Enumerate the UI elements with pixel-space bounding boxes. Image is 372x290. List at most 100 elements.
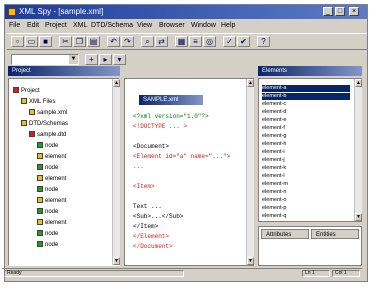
grid-view-icon[interactable]: ▦: [175, 36, 188, 47]
insert-element-icon[interactable]: +: [85, 54, 98, 65]
tree-item[interactable]: element: [37, 153, 66, 161]
node-icon: [37, 230, 43, 237]
node-icon: [37, 208, 43, 215]
scroll-down-icon[interactable]: ▼: [247, 257, 254, 265]
maximize-button[interactable]: □: [335, 7, 345, 16]
find-icon[interactable]: ⌕: [141, 36, 154, 47]
validate-icon[interactable]: ✓: [223, 36, 236, 47]
elements-scrollbar[interactable]: ▲ ▼: [354, 79, 362, 221]
element-list-item[interactable]: element-k: [262, 165, 286, 172]
element-list-item[interactable]: element-a: [262, 85, 350, 92]
tree-item[interactable]: node: [37, 230, 58, 238]
tree-item[interactable]: sample.dtd: [29, 131, 66, 139]
element-list-item[interactable]: element-l: [262, 173, 285, 180]
help-icon[interactable]: ?: [257, 36, 270, 47]
tree-item[interactable]: element: [37, 175, 66, 183]
element-list-item[interactable]: element-p: [262, 205, 286, 212]
menu-project[interactable]: Project: [45, 21, 67, 31]
menu-edit[interactable]: Edit: [27, 21, 39, 31]
tree-item[interactable]: node: [37, 164, 58, 172]
replace-icon[interactable]: ⇄: [155, 36, 168, 47]
close-button[interactable]: ×: [349, 7, 359, 16]
scroll-down-icon[interactable]: ▼: [113, 257, 120, 265]
tree-item[interactable]: DTD/Schemas: [21, 120, 68, 128]
code-line[interactable]: <?xml version="1.0"?>: [133, 113, 209, 121]
element-list-item[interactable]: element-c: [262, 101, 286, 108]
menu-view[interactable]: View: [137, 21, 152, 31]
element-list-item[interactable]: element-m: [262, 181, 288, 188]
title-bar[interactable]: XML Spy - [sample.xml] _ □ ×: [5, 5, 367, 19]
code-line[interactable]: <Element id="a" name="...">: [133, 153, 230, 161]
browser-view-icon[interactable]: ◎: [203, 36, 216, 47]
tree-item[interactable]: node: [37, 208, 58, 216]
code-line[interactable]: </Element>: [133, 233, 169, 241]
element-list-item[interactable]: element-o: [262, 197, 286, 204]
tab-attributes[interactable]: Attributes: [261, 229, 309, 239]
element-combo[interactable]: ▼: [11, 54, 79, 65]
scroll-up-icon[interactable]: ▲: [247, 79, 254, 87]
editor-scrollbar[interactable]: ▲ ▼: [246, 79, 254, 265]
text-view-icon[interactable]: ≡: [189, 36, 202, 47]
code-line[interactable]: ...: [133, 163, 144, 171]
minimize-button[interactable]: _: [323, 7, 333, 16]
node-icon: [21, 120, 27, 127]
menu-xml[interactable]: XML: [73, 21, 87, 31]
tree-item[interactable]: node: [37, 142, 58, 150]
element-list-item[interactable]: element-j: [262, 157, 285, 164]
tree-item[interactable]: sample.xml: [29, 109, 67, 117]
element-list-item[interactable]: element-e: [262, 117, 286, 124]
element-list-item[interactable]: element-q: [262, 213, 286, 220]
element-list-item[interactable]: element-b: [262, 93, 350, 100]
tree-item[interactable]: node: [37, 241, 58, 249]
code-area[interactable]: <?xml version="1.0"?> <!DOCTYPE ... > <Doc…: [125, 79, 253, 265]
new-icon[interactable]: ▫: [11, 36, 24, 47]
undo-icon[interactable]: ↶: [107, 36, 120, 47]
tree-scrollbar[interactable]: ▲ ▼: [112, 79, 120, 265]
paste-icon[interactable]: ▤: [87, 36, 100, 47]
code-line[interactable]: Text ...: [133, 203, 162, 211]
code-line[interactable]: <Document>: [133, 143, 169, 151]
code-line[interactable]: </Document>: [133, 243, 173, 251]
append-element-icon[interactable]: ▸: [99, 54, 112, 65]
node-icon: [29, 109, 35, 116]
code-line[interactable]: <Sub>...</Sub>: [133, 213, 183, 221]
element-list-item[interactable]: element-g: [262, 133, 286, 140]
code-line[interactable]: <!DOCTYPE ... >: [133, 123, 187, 131]
save-icon[interactable]: ■: [39, 36, 52, 47]
menu-file[interactable]: File: [9, 21, 20, 31]
tree-item-label: Project: [21, 88, 40, 94]
chevron-down-icon[interactable]: ▼: [69, 55, 78, 64]
open-icon[interactable]: ▭: [25, 36, 38, 47]
code-line[interactable]: </Item>: [133, 223, 158, 231]
scroll-up-icon[interactable]: ▲: [113, 79, 120, 87]
tree-item[interactable]: XML Files: [21, 98, 55, 106]
editor-tab-strip: [124, 66, 254, 76]
tree-item[interactable]: Project: [13, 87, 40, 95]
scroll-up-icon[interactable]: ▲: [355, 79, 362, 87]
well-formed-icon[interactable]: ✔: [237, 36, 250, 47]
tree-item[interactable]: element: [37, 219, 66, 227]
element-list-item[interactable]: element-d: [262, 109, 286, 116]
copy-icon[interactable]: ❐: [73, 36, 86, 47]
code-line[interactable]: <Item>: [133, 183, 155, 191]
menu-help[interactable]: Help: [221, 21, 235, 31]
element-list-item[interactable]: element-i: [262, 149, 285, 156]
add-child-icon[interactable]: ▾: [113, 54, 126, 65]
tree-item-label: node: [45, 231, 59, 237]
element-list-item[interactable]: element-n: [262, 189, 286, 196]
tab-entities[interactable]: Entities: [311, 229, 359, 239]
tree-item[interactable]: element: [37, 197, 66, 205]
menu-window[interactable]: Window: [191, 21, 216, 31]
menu-dtd-schema[interactable]: DTD/Schema: [91, 21, 133, 31]
menu-browser[interactable]: Browser: [159, 21, 185, 31]
element-list-item[interactable]: element-h: [262, 141, 286, 148]
cut-icon[interactable]: ✂: [59, 36, 72, 47]
redo-icon[interactable]: ↷: [121, 36, 134, 47]
element-list-item[interactable]: element-f: [262, 125, 285, 132]
node-icon: [37, 175, 43, 182]
scroll-down-icon[interactable]: ▼: [355, 213, 362, 221]
tree-item[interactable]: node: [37, 186, 58, 194]
editor-pane[interactable]: SAMPLE.xml <?xml version="1.0"?> <!DOCTYP…: [124, 78, 254, 266]
tree-item-label: DTD/Schemas: [29, 121, 69, 127]
node-icon: [37, 219, 43, 226]
